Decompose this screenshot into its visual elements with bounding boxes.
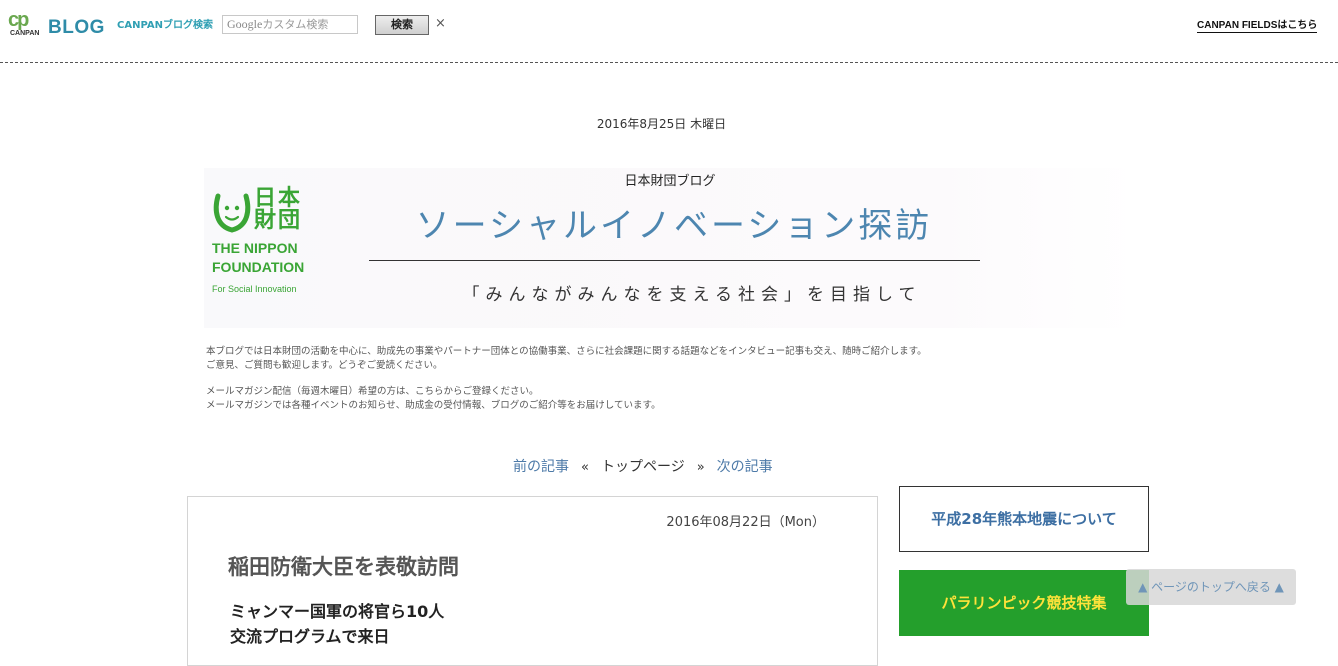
kumamoto-earthquake-banner[interactable]: 平成28年熊本地震について [899,486,1149,552]
newsletter-signup-line[interactable]: メールマガジン配信（毎週木曜日）希望の方は、こちらからご登録ください。 [206,385,927,399]
blog-wordmark[interactable]: BLOG [48,17,105,39]
canpan-logo-mark: cp [8,9,29,31]
logo-tagline: For Social Innovation [212,284,297,294]
article-lead-line2: 交流プログラムで来日 [230,627,390,646]
close-icon[interactable]: × [435,15,446,33]
logo-name-line1: THE NIPPON [212,240,298,256]
back-to-top-button[interactable]: ▲ ページのトップへ戻る ▲ [1126,569,1296,605]
article-card: 2016年08月22日（Mon） 稲田防衛大臣を表敬訪問 ミャンマー国軍の将官ら… [187,496,878,666]
google-wordmark: Google [227,17,263,31]
logo-kanji-line1: 日本 [254,186,303,211]
article-title[interactable]: 稲田防衛大臣を表敬訪問 [228,551,459,581]
nippon-foundation-logo[interactable]: 日本 財団 THE NIPPON FOUNDATION For Social I… [208,188,318,300]
article-date: 2016年08月22日（Mon） [666,515,825,530]
page-date: 2016年8月25日 木曜日 [596,117,727,131]
prev-article-link[interactable]: 前の記事 [513,459,569,475]
blog-intro: 本ブログでは日本財団の活動を中心に、助成先の事業やパートナー団体との協働事業、さ… [206,345,927,413]
logo-kanji: 日本 財団 [254,188,302,232]
smiling-face-icon [213,193,251,233]
search-label: CANPANブログ検索 [117,20,213,31]
paralympic-feature-banner[interactable]: パラリンピック競技特集 [899,570,1149,636]
blog-subtitle: 「みんながみんなを支える社会」を目指して [462,285,922,305]
canpan-logo[interactable]: cp CANPAN [8,10,46,38]
canpan-fields-link[interactable]: CANPAN FIELDSはこちら [1197,16,1318,33]
blog-kicker: 日本財団ブログ [624,174,716,189]
logo-kanji-line2: 財団 [254,208,303,233]
top-bar-divider [0,62,1338,63]
intro-line: 本ブログでは日本財団の活動を中心に、助成先の事業やパートナー団体との協働事業、さ… [206,346,927,357]
search-input[interactable]: Googleカスタム検索 [222,15,358,34]
intro-line: ご意見、ご質問も歓迎します。どうぞご愛読ください。 [206,360,443,371]
next-article-link[interactable]: 次の記事 [717,459,773,475]
title-divider [369,260,980,261]
top-page-link[interactable]: トップページ [601,459,685,475]
search-placeholder: カスタム検索 [262,18,329,31]
blog-title[interactable]: ソーシャルイノベーション探訪 [368,198,980,247]
logo-name-line2: FOUNDATION [212,259,305,275]
article-lead-line1: ミャンマー国軍の将官ら10人 [230,602,445,621]
nav-separator: » [696,460,705,475]
canpan-logo-sub: CANPAN [10,30,40,37]
nav-separator: « [581,460,589,475]
top-bar: cp CANPAN BLOG CANPANブログ検索 Googleカスタム検索 … [0,0,1338,62]
article-navigation: 前の記事 « トップページ » 次の記事 [513,456,773,476]
intro-line: メールマガジンでは各種イベントのお知らせ、助成金の受付情報、ブログのご紹介等をお… [206,400,661,411]
search-button[interactable]: 検索 [375,15,429,35]
